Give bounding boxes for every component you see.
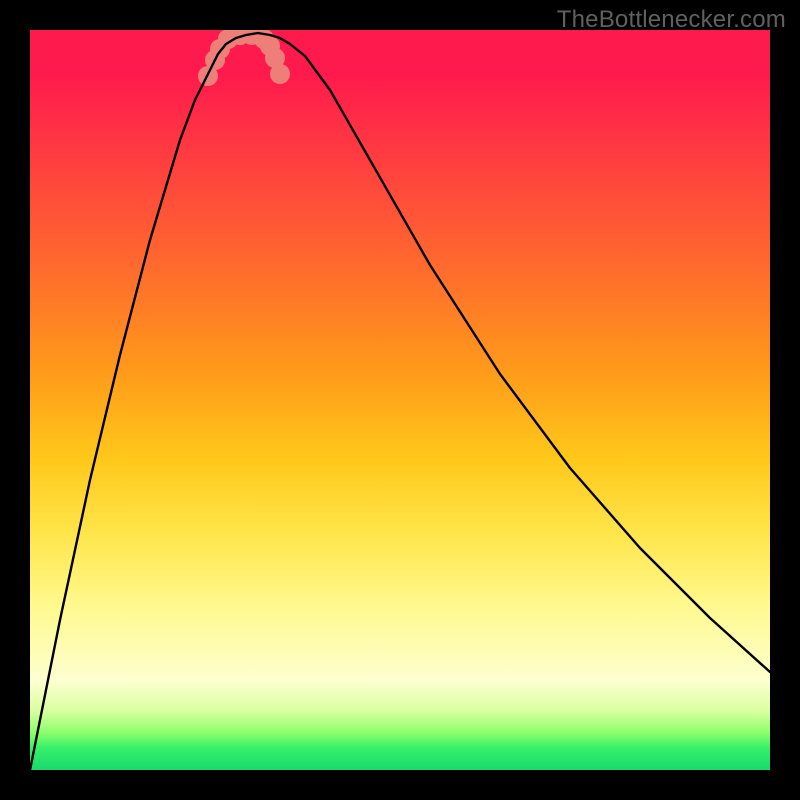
watermark-text: TheBottlenecker.com — [557, 6, 786, 34]
plot-area — [30, 30, 770, 770]
curve-layer — [30, 30, 770, 770]
chart-frame: TheBottlenecker.com — [0, 0, 800, 800]
bottleneck-curve — [30, 33, 770, 770]
marker-group — [198, 30, 290, 86]
curve-marker — [270, 64, 290, 84]
